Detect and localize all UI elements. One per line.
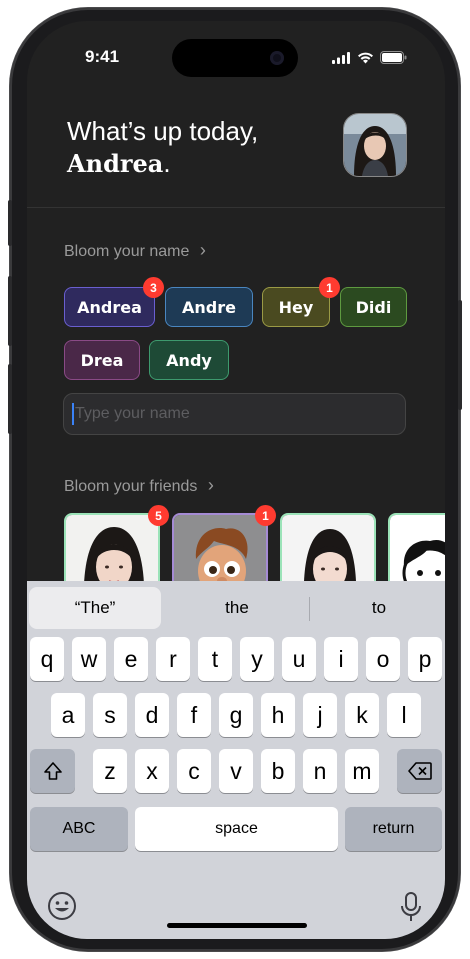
notification-badge: 1 [319,277,340,298]
home-indicator [167,923,307,928]
key-b[interactable]: b [261,749,295,793]
space-key[interactable]: space [135,807,338,851]
suggestion-bar: “The” the to [27,587,445,629]
key-l[interactable]: l [387,693,421,737]
name-chip-andre[interactable]: Andre [165,287,253,327]
header-divider [27,207,445,208]
chip-label: Drea [80,350,124,370]
wifi-icon [358,52,373,63]
key-r[interactable]: r [156,637,190,681]
chip-label: Andy [166,350,212,370]
key-f[interactable]: f [177,693,211,737]
key-o[interactable]: o [366,637,400,681]
key-n[interactable]: n [303,749,337,793]
chevron-right-icon: › [207,475,214,495]
text-caret [72,403,74,425]
key-e[interactable]: e [114,637,148,681]
greeting-name: Andrea [67,149,164,178]
name-chip-andy[interactable]: Andy [149,340,229,380]
key-v[interactable]: v [219,749,253,793]
key-d[interactable]: d [135,693,169,737]
suggestion-2[interactable]: the [167,587,307,629]
key-x[interactable]: x [135,749,169,793]
key-s[interactable]: s [93,693,127,737]
bloom-name-link[interactable]: Bloom your name › [64,240,206,261]
greeting-line: What’s up today, [67,116,259,146]
key-p[interactable]: p [408,637,442,681]
dynamic-island [172,39,298,77]
bloom-friends-title: Bloom your friends [64,478,198,495]
key-a[interactable]: a [51,693,85,737]
bloom-name-title: Bloom your name [64,243,190,260]
dictation-button[interactable] [399,891,423,928]
name-chip-didi[interactable]: Didi [340,287,407,327]
name-input[interactable]: Type your name [63,393,406,435]
volume-up-button [8,276,12,346]
chip-label: Didi [355,297,392,317]
notification-badge: 5 [148,505,169,526]
key-t[interactable]: t [198,637,232,681]
key-y[interactable]: y [240,637,274,681]
power-button [458,300,462,410]
status-time: 9:41 [85,47,120,66]
key-q[interactable]: q [30,637,64,681]
action-button [8,200,12,246]
abc-key[interactable]: ABC [30,807,128,851]
key-h[interactable]: h [261,693,295,737]
suggestion-1[interactable]: “The” [29,587,161,629]
name-chip-drea[interactable]: Drea [64,340,140,380]
return-key[interactable]: return [345,807,442,851]
greeting-period: . [163,148,171,178]
delete-key[interactable] [397,749,442,793]
key-i[interactable]: i [324,637,358,681]
chevron-right-icon: › [199,240,206,260]
notification-badge: 3 [143,277,164,298]
bloom-friends-link[interactable]: Bloom your friends › [64,475,214,496]
cellular-signal-icon [332,51,350,64]
key-w[interactable]: w [72,637,106,681]
notification-badge: 1 [255,505,276,526]
shift-icon [43,762,62,780]
status-icons [332,51,407,64]
greeting: What’s up today, Andrea. [67,115,258,180]
backspace-icon [407,762,432,780]
chip-label: Andrea [77,297,142,317]
volume-down-button [8,364,12,434]
name-input-placeholder: Type your name [75,405,190,422]
chip-label: Hey [278,297,314,317]
emoji-icon [48,892,76,920]
screen: 9:41 What’s up today, Andrea. Bloom your… [27,21,445,939]
microphone-icon [401,892,421,921]
suggestion-3[interactable]: to [311,587,445,629]
key-j[interactable]: j [303,693,337,737]
key-m[interactable]: m [345,749,379,793]
key-z[interactable]: z [93,749,127,793]
key-u[interactable]: u [282,637,316,681]
keyboard: “The” the to q w e r t y u i o p a s d f… [27,581,445,939]
profile-avatar[interactable] [343,113,407,177]
avatar-photo-icon [344,114,406,176]
suggestion-divider [309,597,310,621]
emoji-button[interactable] [47,891,77,926]
key-c[interactable]: c [177,749,211,793]
key-k[interactable]: k [345,693,379,737]
shift-key[interactable] [30,749,75,793]
key-g[interactable]: g [219,693,253,737]
camera-icon [270,51,284,65]
name-chip-andrea[interactable]: Andrea [64,287,155,327]
chip-label: Andre [182,297,236,317]
battery-icon [380,51,407,64]
